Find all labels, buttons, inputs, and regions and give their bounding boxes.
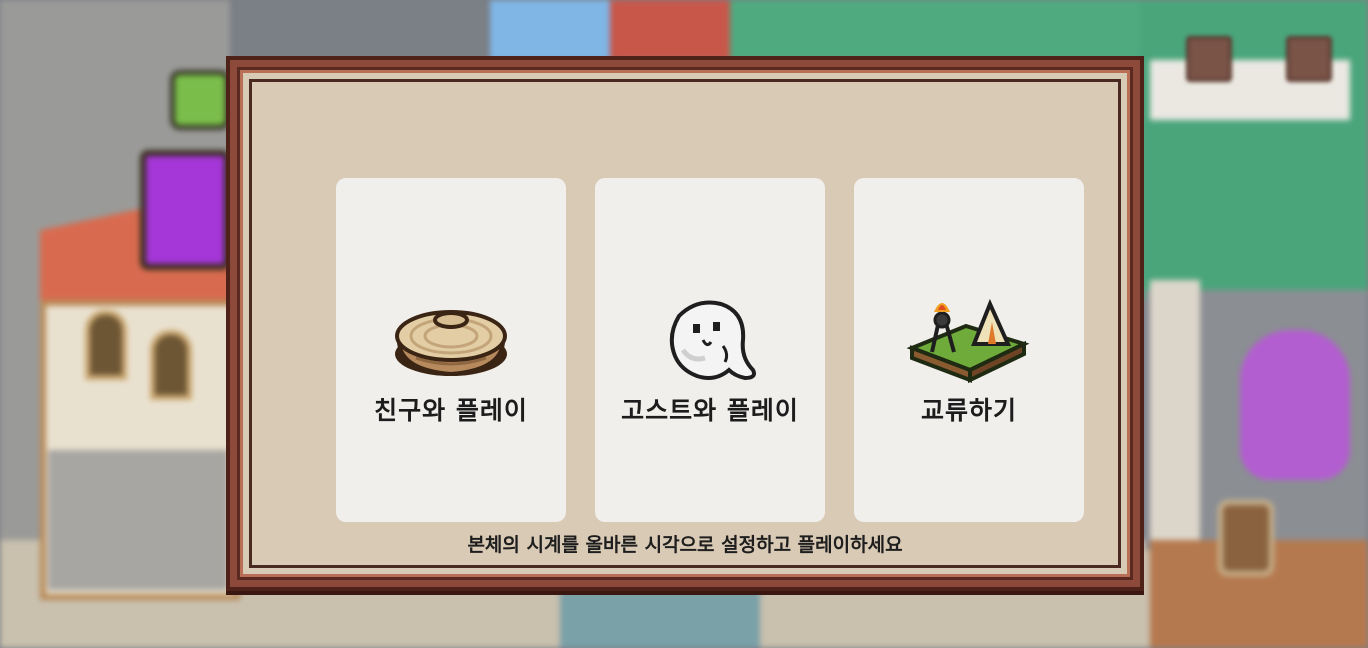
pot-icon [395, 310, 507, 377]
exchange-label: 교류하기 [920, 396, 1017, 425]
settings-gear-button[interactable] [1286, 36, 1332, 82]
info-button[interactable] [1186, 36, 1232, 82]
play-with-friends-label: 친구와 플레이 [374, 396, 528, 425]
exchange-card[interactable]: 교류하기 [854, 178, 1084, 522]
clock-notice-text: 본체의 시계를 올바른 시각으로 설정하고 플레이하세요 [467, 534, 903, 556]
campsite-icon [906, 298, 1030, 384]
dialog-frame: 친구와 플레이 고스트와 플레이 교류하기 본체의 시계를 올바른 시각으로 설… [237, 67, 1133, 580]
play-with-friends-card[interactable]: 친구와 플레이 [336, 178, 566, 522]
play-mode-dialog: 친구와 플레이 고스트와 플레이 교류하기 본체의 시계를 올바른 시각으로 설… [226, 56, 1144, 591]
play-with-ghost-label: 고스트와 플레이 [621, 396, 799, 425]
play-with-ghost-card[interactable]: 고스트와 플레이 [595, 178, 825, 522]
ghost-icon [669, 300, 756, 381]
dialog-body: 친구와 플레이 고스트와 플레이 교류하기 본체의 시계를 올바른 시각으로 설… [249, 79, 1121, 568]
